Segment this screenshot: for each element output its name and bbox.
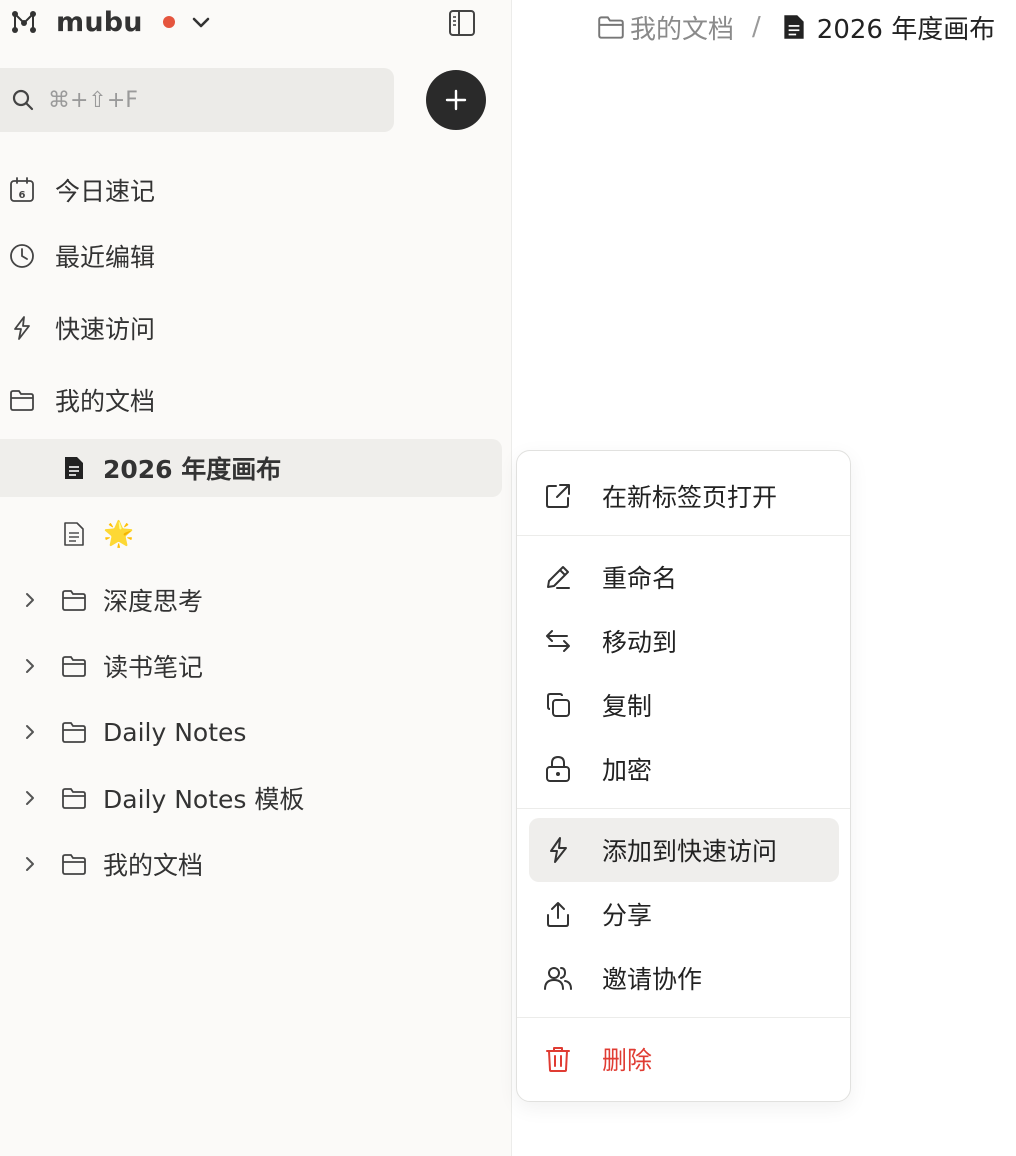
chevron-right-icon[interactable] (20, 788, 40, 808)
mubu-logo-icon (12, 11, 36, 33)
sidebar-item-today-notes[interactable]: 6 今日速记 (0, 165, 155, 215)
calendar-icon: 6 (10, 177, 34, 202)
menu-item-open-new-tab[interactable]: 在新标签页打开 (529, 464, 839, 528)
folder-icon (62, 590, 86, 611)
folder-icon (10, 390, 34, 411)
chevron-down-icon (192, 17, 210, 28)
breadcrumb-current-document[interactable]: 2026 年度画布 (817, 9, 995, 46)
breadcrumb-folder-link[interactable]: 我的文档 (630, 9, 734, 46)
menu-item-add-quick-access[interactable]: 添加到快速访问 (529, 818, 839, 882)
menu-item-label: 在新标签页打开 (602, 483, 778, 512)
folder-icon (62, 656, 86, 677)
clock-icon (10, 244, 34, 268)
app-name: mubu (56, 6, 143, 38)
sidebar-item-quick-access[interactable]: 快速访问 (0, 303, 155, 353)
menu-item-label: 添加到快速访问 (602, 837, 778, 866)
menu-item-label: 分享 (602, 901, 653, 930)
menu-item-label: 重命名 (602, 564, 678, 593)
chevron-right-icon[interactable] (20, 590, 40, 610)
sidebar: mubu 6 今日速记 (0, 0, 512, 1156)
folder-icon (62, 722, 86, 743)
menu-item-delete[interactable]: 删除 (529, 1027, 839, 1091)
search-bar[interactable] (0, 68, 394, 132)
menu-item-share[interactable]: 分享 (529, 882, 839, 946)
search-icon (12, 89, 34, 111)
context-menu: 在新标签页打开 重命名 移动到 复制 加密 添加到快速访问 分享 邀请协作 删除 (516, 450, 851, 1102)
menu-item-label: 移动到 (602, 628, 678, 657)
menu-item-duplicate[interactable]: 复制 (529, 673, 839, 737)
tree-item-label: Daily Notes (103, 717, 247, 747)
menu-item-label: 邀请协作 (602, 965, 703, 994)
menu-divider (517, 808, 850, 809)
menu-item-label: 复制 (602, 692, 653, 721)
sidebar-item-label: 今日速记 (55, 177, 156, 206)
menu-item-encrypt[interactable]: 加密 (529, 737, 839, 801)
document-filled-icon (784, 15, 804, 39)
chevron-right-icon[interactable] (20, 656, 40, 676)
bolt-icon (14, 316, 30, 340)
trash-icon (546, 1047, 570, 1072)
tree-item-label: 读书笔记 (103, 653, 204, 682)
tree-item-label: 我的文档 (103, 851, 204, 880)
bolt-icon (550, 837, 567, 863)
tree-item-label: 🌟 (103, 519, 135, 548)
tree-item-document[interactable]: 2026 年度画布 (0, 439, 502, 497)
sidebar-item-my-docs[interactable]: 我的文档 (0, 375, 155, 425)
copy-icon (547, 693, 570, 717)
menu-item-label: 加密 (602, 756, 653, 785)
menu-divider (517, 535, 850, 536)
chevron-right-icon[interactable] (20, 854, 40, 874)
svg-text:6: 6 (19, 190, 26, 201)
sidebar-toggle-icon[interactable] (447, 8, 477, 38)
menu-item-invite-collaborators[interactable]: 邀请协作 (529, 946, 839, 1010)
sidebar-item-recent[interactable]: 最近编辑 (0, 231, 155, 281)
sidebar-item-label: 快速访问 (55, 315, 156, 344)
breadcrumb: 我的文档 / 2026 年度画布 (596, 8, 995, 46)
arrows-swap-icon (546, 630, 570, 652)
menu-divider (517, 1017, 850, 1018)
lock-icon (546, 755, 570, 782)
menu-item-label: 删除 (602, 1046, 653, 1075)
tree-item-label: Daily Notes 模板 (103, 785, 305, 814)
tree-item-label: 2026 年度画布 (103, 455, 282, 484)
menu-item-rename[interactable]: 重命名 (529, 545, 839, 609)
document-icon (64, 522, 84, 546)
pencil-icon (547, 566, 570, 589)
menu-item-move-to[interactable]: 移动到 (529, 609, 839, 673)
plus-icon (445, 89, 467, 111)
search-input[interactable] (48, 87, 348, 113)
folder-icon (598, 16, 624, 39)
folder-icon (62, 854, 86, 875)
chevron-right-icon[interactable] (20, 722, 40, 742)
tree-item-label: 深度思考 (103, 587, 204, 616)
sidebar-item-label: 最近编辑 (55, 243, 156, 272)
users-icon (544, 967, 572, 990)
share-icon (547, 902, 569, 927)
notification-dot (162, 16, 175, 28)
breadcrumb-separator: / (752, 12, 761, 42)
new-document-button[interactable] (426, 70, 486, 130)
workspace-switcher[interactable]: mubu (10, 4, 213, 40)
folder-icon (62, 788, 86, 809)
sidebar-item-label: 我的文档 (55, 387, 156, 416)
external-link-icon (546, 484, 570, 508)
document-filled-icon (65, 457, 83, 479)
